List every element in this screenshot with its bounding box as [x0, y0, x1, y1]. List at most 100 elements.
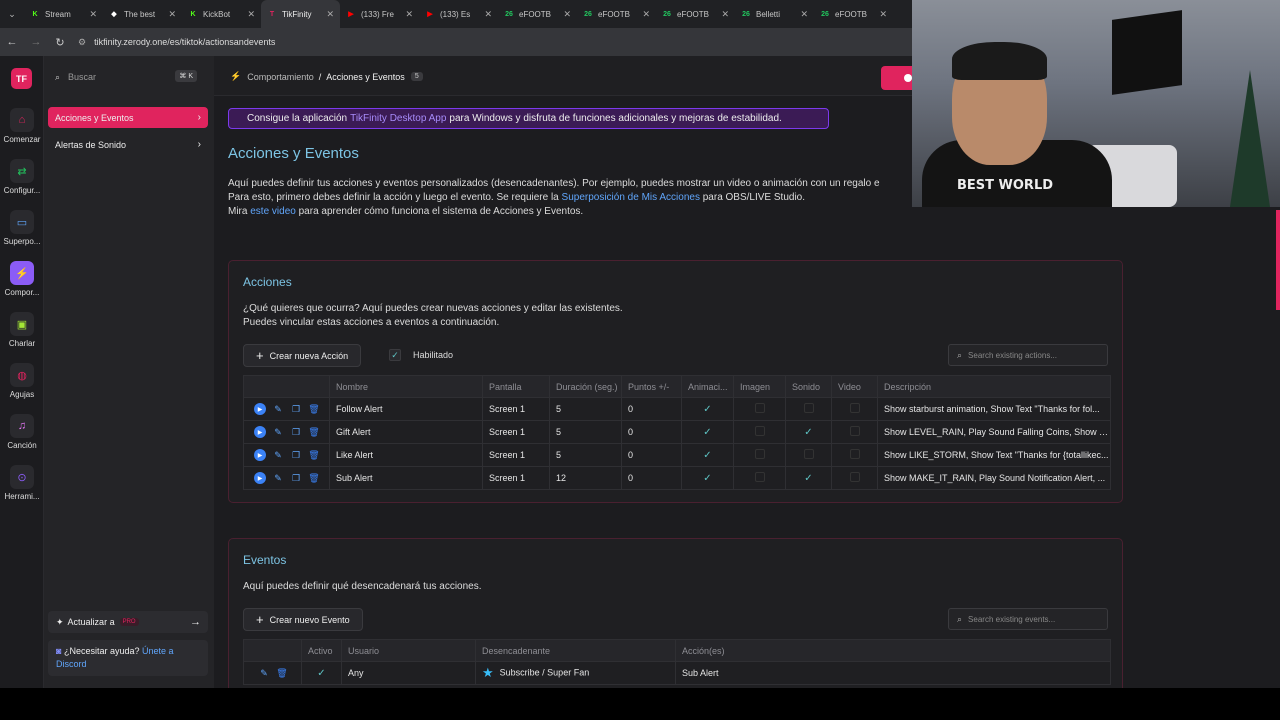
browser-tab[interactable]: 26 Belletti ✕ — [735, 0, 814, 28]
close-icon[interactable]: ✕ — [879, 9, 887, 20]
create-action-button[interactable]: + Crear nueva Acción — [243, 344, 362, 367]
pro-badge: PRO — [119, 618, 139, 626]
col-sonido[interactable]: Sonido — [785, 375, 832, 398]
home-icon: ⌂ — [10, 108, 34, 132]
browser-tab[interactable]: ▶ (133) Fre ✕ — [340, 0, 419, 28]
close-icon[interactable]: ✕ — [563, 9, 571, 20]
browser-tab[interactable]: K KickBot ✕ — [182, 0, 261, 28]
rail-item[interactable]: ⌂ Comenzar — [0, 108, 44, 144]
chevron-right-icon: › — [197, 112, 201, 123]
close-icon[interactable]: ✕ — [800, 9, 808, 20]
rail-item[interactable]: ⊙ Herrami... — [0, 465, 44, 501]
browser-tab[interactable]: T TikFinity ✕ — [261, 0, 340, 28]
sidebar-item-alertas-de-sonido[interactable]: Alertas de Sonido › — [48, 134, 208, 155]
browser-tab[interactable]: K Stream ✕ — [24, 0, 103, 28]
breadcrumb-parent[interactable]: Comportamiento — [247, 72, 314, 82]
trash-icon[interactable]: 🗑 — [276, 667, 288, 679]
empty-checkbox-icon — [849, 403, 860, 413]
events-search-input[interactable]: ⌕ Search existing events... — [948, 608, 1108, 630]
col-puntos[interactable]: Puntos +/- — [621, 375, 682, 398]
edit-icon[interactable]: ✎ — [258, 667, 270, 679]
overlay-link[interactable]: Superposición de Mis Acciones — [562, 192, 700, 203]
copy-icon[interactable]: ❐ — [290, 449, 302, 461]
table-row[interactable]: ▶ ✎ ❐ 🗑 Like Alert Screen 1 5 0 ✓ Show LIKE_STORM… — [243, 443, 1111, 467]
browser-tab[interactable]: 26 eFOOTB ✕ — [577, 0, 656, 28]
back-icon[interactable]: ← — [0, 36, 24, 48]
col-imagen[interactable]: Imagen — [733, 375, 786, 398]
edit-icon[interactable]: ✎ — [272, 449, 284, 461]
scrollbar[interactable] — [1276, 210, 1280, 310]
trash-icon[interactable]: 🗑 — [308, 449, 320, 461]
cell-active[interactable]: ✓ — [301, 661, 342, 685]
edit-icon[interactable]: ✎ — [272, 426, 284, 438]
col-usuario[interactable]: Usuario — [341, 639, 476, 662]
col-acciones[interactable]: Acción(es) — [675, 639, 1111, 662]
trash-icon[interactable]: 🗑 — [308, 472, 320, 484]
close-icon[interactable]: ✕ — [168, 9, 176, 20]
create-event-button[interactable]: + Crear nuevo Evento — [243, 608, 363, 631]
rail-item[interactable]: ▣ Charlar — [0, 312, 44, 348]
play-icon[interactable]: ▶ — [254, 426, 266, 438]
close-icon[interactable]: ✕ — [642, 9, 650, 20]
col-nombre[interactable]: Nombre — [329, 375, 483, 398]
close-icon[interactable]: ✕ — [484, 9, 492, 20]
browser-tab[interactable]: ▶ (133) Es ✕ — [419, 0, 498, 28]
enabled-filter[interactable]: ✓ Habilitado — [389, 349, 453, 361]
actions-search-input[interactable]: ⌕ Search existing actions... — [948, 344, 1108, 366]
col-pantalla[interactable]: Pantalla — [482, 375, 550, 398]
close-icon[interactable]: ✕ — [89, 9, 97, 20]
desktop-app-link[interactable]: TikFinity Desktop App — [350, 113, 446, 124]
forward-icon[interactable]: → — [24, 36, 48, 48]
table-row[interactable]: ▶ ✎ ❐ 🗑 Follow Alert Screen 1 5 0 ✓ Show starburs… — [243, 397, 1111, 421]
rail-item[interactable]: ⚡ Compor... — [0, 261, 44, 297]
browser-tab[interactable]: ◆ The best ✕ — [103, 0, 182, 28]
edit-icon[interactable]: ✎ — [272, 472, 284, 484]
close-icon[interactable]: ✕ — [247, 9, 255, 20]
play-icon[interactable]: ▶ — [254, 472, 266, 484]
discord-link[interactable]: Únete a — [142, 646, 174, 656]
browser-tab[interactable]: 26 eFOOTB ✕ — [814, 0, 893, 28]
video-link[interactable]: este video — [250, 206, 296, 217]
sidebar-search[interactable]: ⌕ Buscar ⌘ K — [50, 67, 201, 87]
copy-icon[interactable]: ❐ — [290, 472, 302, 484]
reload-icon[interactable]: ↻ — [48, 36, 72, 49]
table-row[interactable]: ▶ ✎ ❐ 🗑 Gift Alert Screen 1 5 0 ✓ ✓ Show LEVEL_RAI… — [243, 420, 1111, 444]
live-button[interactable] — [881, 66, 912, 90]
col-descripcion[interactable]: Descripción — [877, 375, 1111, 398]
play-icon[interactable]: ▶ — [254, 403, 266, 415]
check-icon: ✓ — [703, 403, 712, 415]
copy-icon[interactable]: ❐ — [290, 426, 302, 438]
close-icon[interactable]: ✕ — [326, 9, 334, 20]
close-icon[interactable]: ✕ — [405, 9, 413, 20]
check-icon: ✓ — [804, 472, 813, 484]
upgrade-button[interactable]: ✦ Actualizar a PRO → — [48, 611, 208, 633]
play-icon[interactable]: ▶ — [254, 449, 266, 461]
rail-item[interactable]: ⇄ Configur... — [0, 159, 44, 195]
rail-item[interactable]: ◍ Agujas — [0, 363, 44, 399]
rail-item[interactable]: ▭ Superpo... — [0, 210, 44, 246]
discord-link-2[interactable]: Discord — [56, 659, 87, 669]
site-info-icon[interactable]: ⚙ — [78, 37, 86, 48]
sidebar-item-acciones-y-eventos[interactable]: Acciones y Eventos › — [48, 107, 208, 128]
trash-icon[interactable]: 🗑 — [308, 426, 320, 438]
close-icon[interactable]: ✕ — [721, 9, 729, 20]
col-desencadenante[interactable]: Desencadenante — [475, 639, 676, 662]
copy-icon[interactable]: ❐ — [290, 403, 302, 415]
col-duracion[interactable]: Duración (seg.) — [549, 375, 622, 398]
trash-icon[interactable]: 🗑 — [308, 403, 320, 415]
table-row[interactable]: ✎ 🗑 ✓ Any ★ Subscribe / Super Fan Sub Alert — [243, 661, 1111, 685]
col-animacion[interactable]: Animaci... — [681, 375, 734, 398]
table-row[interactable]: ▶ ✎ ❐ 🗑 Sub Alert Screen 1 12 0 ✓ ✓ Show MAKE_IT_R… — [243, 466, 1111, 490]
col-video[interactable]: Video — [831, 375, 878, 398]
rail-item[interactable]: ♫ Canción — [0, 414, 44, 450]
edit-icon[interactable]: ✎ — [272, 403, 284, 415]
empty-checkbox-icon — [849, 472, 860, 482]
browser-tab[interactable]: 26 eFOOTB ✕ — [498, 0, 577, 28]
enabled-checkbox[interactable]: ✓ — [389, 349, 401, 361]
tikfinity-logo[interactable]: TF — [11, 68, 32, 89]
tab-title: The best — [124, 9, 156, 19]
col-activo[interactable]: Activo — [301, 639, 342, 662]
browser-tab[interactable]: 26 eFOOTB ✕ — [656, 0, 735, 28]
tab-search-icon[interactable]: ⌄ — [0, 0, 24, 28]
favicon-icon: K — [32, 10, 38, 18]
